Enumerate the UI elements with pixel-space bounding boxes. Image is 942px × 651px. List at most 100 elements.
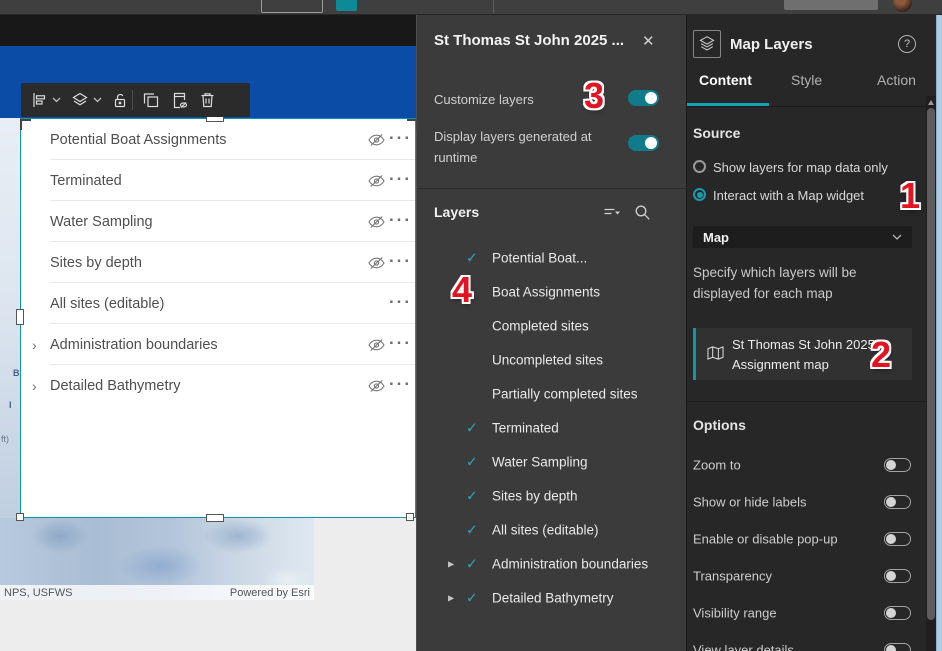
radio-interact-map-widget[interactable] — [693, 188, 706, 201]
tab-row-border — [687, 106, 936, 107]
annotation-1: 1 — [900, 175, 921, 216]
panel-layer-item[interactable]: ▶ ✓ All sites (editable) — [417, 513, 686, 547]
eye-slash-icon[interactable] — [368, 174, 385, 187]
panel-layer-label: Water Sampling — [492, 454, 588, 470]
align-caret-icon[interactable] — [52, 97, 61, 103]
option-row: View layer details — [687, 640, 936, 651]
avatar[interactable] — [893, 0, 912, 12]
tab-content[interactable]: Content — [699, 72, 752, 88]
expand-arrow-icon[interactable]: ▶ — [448, 594, 454, 603]
panel-scrollbar-thumb[interactable] — [927, 108, 935, 620]
layer-order-caret-icon[interactable] — [93, 97, 102, 103]
sort-order-icon[interactable] — [603, 206, 621, 225]
view-layer-details-toggle[interactable] — [884, 643, 911, 651]
show-hide-labels-toggle[interactable] — [884, 495, 911, 509]
scrollbar-up-arrow[interactable] — [928, 100, 934, 105]
hide-element-icon[interactable] — [171, 92, 188, 109]
layer-row[interactable]: › Detailed Bathymetry ··· — [21, 365, 415, 406]
row-menu-icon[interactable]: ··· — [389, 251, 412, 271]
settings-panel-title: St Thomas St John 2025 ... — [434, 32, 625, 49]
layer-row[interactable]: Sites by depth ··· — [21, 242, 415, 283]
panel-layer-item[interactable]: ▶ ✓ Partially completed sites — [417, 377, 686, 411]
eye-slash-icon[interactable] — [368, 379, 385, 392]
help-icon[interactable]: ? — [898, 35, 916, 53]
zoom-to-toggle[interactable] — [884, 458, 911, 472]
search-icon[interactable] — [634, 204, 651, 226]
selection-corner-handle[interactable] — [406, 513, 414, 521]
layer-row[interactable]: Water Sampling ··· — [21, 201, 415, 242]
transparency-toggle[interactable] — [884, 569, 911, 583]
panel-layer-item[interactable]: ▶ ✓ Water Sampling — [417, 445, 686, 479]
selection-corner-handle[interactable] — [20, 119, 31, 130]
row-menu-icon[interactable]: ··· — [389, 210, 412, 230]
customize-layers-label: Customize layers — [434, 92, 534, 107]
tab-style[interactable]: Style — [791, 72, 822, 88]
selection-corner-handle[interactable] — [407, 119, 418, 130]
top-outline-button[interactable] — [261, 0, 323, 13]
map-select-dropdown[interactable]: Map — [693, 226, 912, 248]
eye-slash-icon[interactable] — [368, 133, 385, 146]
section-divider — [687, 401, 936, 402]
panel-layer-item[interactable]: ▶ ✓ Terminated — [417, 411, 686, 445]
layer-row[interactable]: › Administration boundaries ··· — [21, 324, 415, 365]
panel-layer-item[interactable]: ▶ ✓ Sites by depth — [417, 479, 686, 513]
layer-row[interactable]: All sites (editable) ··· — [21, 283, 415, 324]
panel-layer-label: Terminated — [492, 420, 559, 436]
layer-row[interactable]: Potential Boat Assignments ··· — [21, 119, 415, 160]
source-heading: Source — [693, 125, 741, 141]
layer-row[interactable]: Terminated ··· — [21, 160, 415, 201]
panel-layer-item[interactable]: ▶ ✓ Completed sites — [417, 309, 686, 343]
delete-icon[interactable] — [200, 92, 215, 108]
map-select-value: Map — [703, 229, 729, 245]
radio-map-data-only-label[interactable]: Show layers for map data only — [713, 160, 888, 175]
panel-layer-item[interactable]: ▶ ✓ Administration boundaries — [417, 547, 686, 581]
selection-corner-handle[interactable] — [16, 513, 24, 521]
runtime-layers-toggle[interactable] — [628, 135, 659, 151]
check-icon: ✓ — [466, 521, 478, 538]
close-icon[interactable]: ✕ — [642, 32, 655, 50]
row-menu-icon[interactable]: ··· — [389, 292, 412, 312]
toggle-knob — [886, 571, 896, 581]
eye-slash-icon[interactable] — [368, 215, 385, 228]
radio-map-data-only[interactable] — [693, 160, 706, 173]
window-edge-strip — [936, 14, 942, 651]
tab-action[interactable]: Action — [877, 72, 916, 88]
panel-layer-item[interactable]: ▶ ✓ Detailed Bathymetry — [417, 581, 686, 615]
panel-layer-item[interactable]: ▶ ✓ Uncompleted sites — [417, 343, 686, 377]
enable-popup-toggle[interactable] — [884, 532, 911, 546]
map-layers-settings-panel: Map Layers ? Content Style Action Source… — [686, 14, 936, 651]
eye-slash-icon[interactable] — [368, 256, 385, 269]
panel-layer-label: Completed sites — [492, 318, 589, 334]
duplicate-icon[interactable] — [143, 92, 159, 108]
row-menu-icon[interactable]: ··· — [389, 128, 412, 148]
powered-by-esri[interactable]: Powered by Esri — [230, 587, 310, 599]
selection-resize-handle-left[interactable] — [16, 309, 24, 325]
toggle-knob — [886, 534, 896, 544]
topbar-divider — [493, 0, 494, 13]
expand-chevron-icon[interactable]: › — [32, 337, 37, 353]
check-icon: ✓ — [466, 249, 478, 266]
align-icon[interactable] — [31, 92, 48, 108]
expand-chevron-icon[interactable]: › — [32, 378, 37, 394]
row-menu-icon[interactable]: ··· — [389, 169, 412, 189]
top-teal-button[interactable] — [336, 0, 357, 11]
map-layers-panel-title: Map Layers — [730, 36, 813, 53]
visibility-range-toggle[interactable] — [884, 606, 911, 620]
map-attribution-sources: NPS, USFWS — [4, 586, 73, 599]
annotation-4: 4 — [452, 269, 473, 310]
expand-arrow-icon[interactable]: ▶ — [448, 560, 454, 569]
layer-list-widget[interactable]: Potential Boat Assignments ··· Terminate… — [20, 118, 416, 518]
selected-map-name: St Thomas St John 2025 Assignment map — [732, 337, 875, 372]
row-menu-icon[interactable]: ··· — [389, 333, 412, 353]
toggle-knob — [886, 608, 896, 618]
radio-interact-map-widget-label[interactable]: Interact with a Map widget — [713, 188, 864, 203]
map-icon — [707, 346, 724, 360]
panel-layer-label: Boat Assignments — [492, 284, 601, 300]
customize-layers-toggle[interactable] — [628, 90, 659, 106]
top-grey-button[interactable] — [784, 0, 878, 10]
layer-order-icon[interactable] — [71, 92, 89, 108]
eye-slash-icon[interactable] — [368, 338, 385, 351]
row-menu-icon[interactable]: ··· — [389, 374, 412, 394]
unlock-icon[interactable] — [112, 92, 128, 108]
selection-resize-handle-bottom[interactable] — [206, 514, 224, 522]
